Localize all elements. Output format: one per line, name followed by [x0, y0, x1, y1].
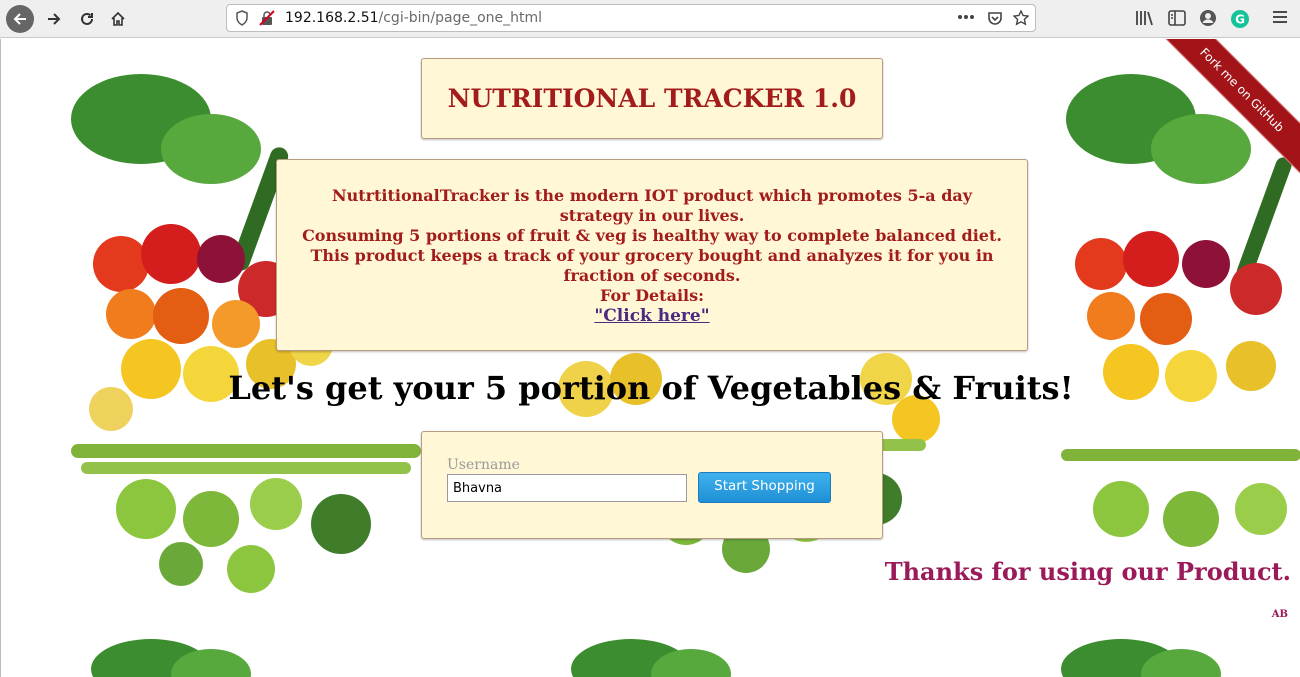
description-line-1: NutrtitionalTracker is the modern IOT pr…	[331, 186, 973, 225]
back-button[interactable]	[6, 5, 34, 33]
account-icon[interactable]	[1199, 9, 1217, 27]
description-line-3: This product keeps a track of your groce…	[310, 246, 994, 285]
page-title: NUTRITIONAL TRACKER 1.0	[447, 84, 857, 113]
arrow-left-icon	[13, 13, 26, 25]
page-content: Fork me on GitHub NUTRITIONAL TRACKER 1.…	[0, 39, 1300, 677]
details-link-wrapper: "Click here"	[277, 306, 1027, 326]
hamburger-menu-icon[interactable]	[1272, 9, 1288, 25]
start-shopping-button[interactable]: Start Shopping	[698, 472, 831, 503]
forward-button[interactable]	[40, 5, 68, 33]
click-here-link[interactable]: "Click here"	[594, 306, 709, 326]
description-panel: NutrtitionalTracker is the modern IOT pr…	[276, 159, 1028, 351]
vegetables-image-right	[1061, 74, 1300, 547]
bookmark-star-icon[interactable]	[1013, 10, 1029, 26]
grammarly-icon[interactable]: G	[1230, 9, 1250, 29]
author-initials: AB	[1271, 609, 1288, 620]
username-label: Username	[447, 457, 520, 473]
address-bar[interactable]: 192.168.2.51/cgi-bin/page_one_html	[226, 4, 1036, 32]
browser-toolbar: 192.168.2.51/cgi-bin/page_one_html G	[0, 0, 1300, 38]
vegetables-image-bottom	[91, 639, 1221, 677]
login-panel: Username Start Shopping	[421, 431, 883, 539]
details-label: For Details:	[599, 286, 705, 305]
more-actions-icon[interactable]	[957, 14, 975, 20]
url-text[interactable]: 192.168.2.51/cgi-bin/page_one_html	[285, 10, 542, 26]
arrow-right-icon	[48, 13, 61, 25]
svg-text:G: G	[1235, 13, 1245, 27]
reload-icon	[81, 12, 93, 25]
home-button[interactable]	[104, 5, 132, 33]
title-panel: NUTRITIONAL TRACKER 1.0	[421, 58, 883, 139]
reload-button[interactable]	[73, 5, 101, 33]
insecure-lock-icon[interactable]	[259, 10, 275, 26]
username-input[interactable]	[447, 474, 687, 502]
library-icon[interactable]	[1135, 9, 1155, 27]
shield-icon[interactable]	[235, 10, 249, 26]
pocket-icon[interactable]	[987, 10, 1003, 26]
home-icon	[111, 11, 125, 26]
sidebar-icon[interactable]	[1168, 9, 1186, 27]
url-path: /cgi-bin/page_one_html	[378, 10, 543, 26]
description-line-2: Consuming 5 portions of fruit & veg is h…	[302, 226, 1002, 245]
url-host: 192.168.2.51	[285, 10, 379, 26]
tagline-heading: Let's get your 5 portion of Vegetables &…	[228, 369, 1074, 407]
thanks-message: Thanks for using our Product.	[884, 557, 1291, 586]
